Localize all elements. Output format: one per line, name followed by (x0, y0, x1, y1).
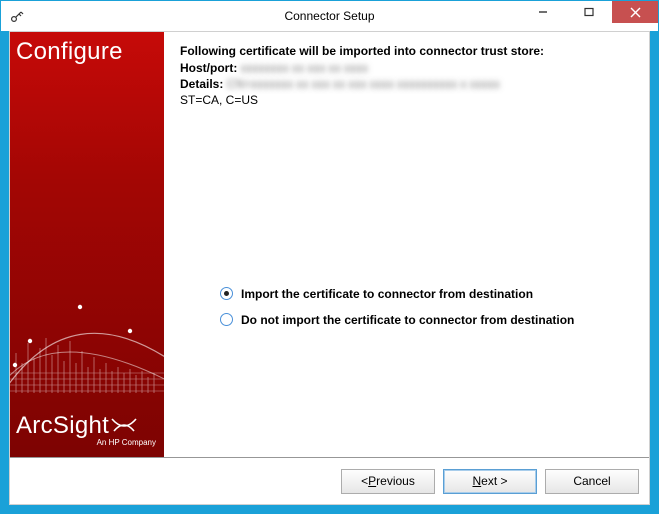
details-line-2: ST=CA, C=US (180, 92, 633, 108)
radio-icon (220, 287, 233, 300)
button-bar: < Previous Next > Cancel (10, 458, 649, 504)
window-controls (520, 1, 658, 23)
app-icon (9, 8, 25, 24)
close-button[interactable] (612, 1, 658, 23)
minimize-button[interactable] (520, 1, 566, 23)
radio-option-noimport[interactable]: Do not import the certificate to connect… (220, 313, 633, 327)
maximize-button[interactable] (566, 1, 612, 23)
window-body: Configure (9, 31, 650, 505)
host-port-line: Host/port: xxxxxxxx xx xxx xx xxxx (180, 60, 633, 76)
details-label: Details: (180, 77, 223, 91)
content-area: Configure (10, 32, 649, 457)
radio-group: Import the certificate to connector from… (220, 287, 633, 327)
cancel-button[interactable]: Cancel (545, 469, 639, 494)
host-port-label: Host/port: (180, 61, 237, 75)
page-heading: Following certificate will be imported i… (180, 44, 633, 58)
logo-text: ArcSight (16, 412, 109, 440)
details-line: Details: CN=xxxxxxx xx xxx xx xxx xxxx x… (180, 76, 633, 92)
host-port-value: xxxxxxxx xx xxx xx xxxx (241, 61, 368, 75)
radio-label-import: Import the certificate to connector from… (241, 287, 533, 301)
radio-icon (220, 313, 233, 326)
next-button[interactable]: Next > (443, 469, 537, 494)
sidebar-title: Configure (10, 32, 164, 66)
sidebar: Configure (10, 32, 164, 457)
radio-label-noimport: Do not import the certificate to connect… (241, 313, 574, 327)
details-value: CN=xxxxxxx xx xxx xx xxx xxxx xxxxxxxxxx… (227, 77, 500, 91)
previous-button[interactable]: < Previous (341, 469, 435, 494)
decorative-wave-icon (10, 333, 164, 403)
arcsight-logo: ArcSight An HP Company (16, 412, 158, 447)
titlebar[interactable]: Connector Setup (1, 1, 658, 31)
logo-mark-icon (110, 415, 138, 437)
main-panel: Following certificate will be imported i… (164, 32, 649, 457)
wizard-window: Connector Setup Configure (0, 0, 659, 514)
radio-option-import[interactable]: Import the certificate to connector from… (220, 287, 633, 301)
